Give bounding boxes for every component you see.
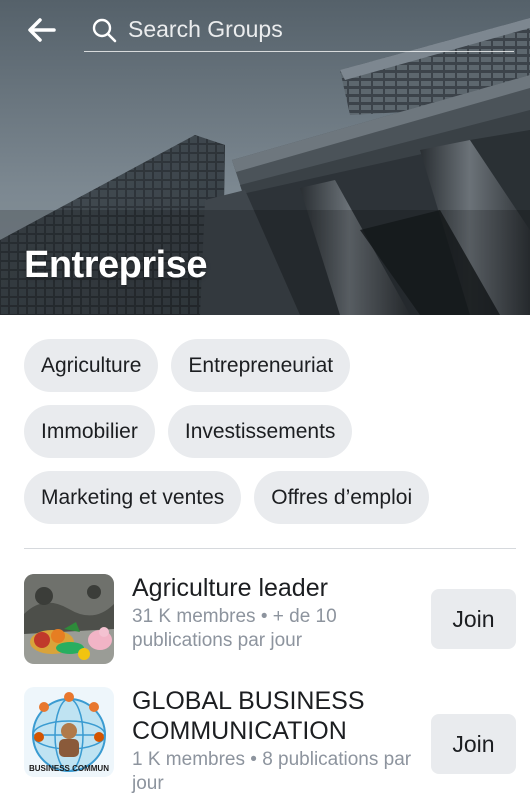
- group-stats: 1 K membres • 8 publications par jour: [132, 749, 412, 794]
- group-thumbnail: [24, 574, 114, 664]
- group-name[interactable]: GLOBAL BUSINESS COMMUNICATION: [132, 686, 422, 746]
- top-bar: Search Groups: [0, 0, 530, 60]
- arrow-left-icon: [28, 18, 56, 42]
- chip-agriculture[interactable]: Agriculture: [24, 339, 159, 392]
- group-item[interactable]: BUSINESS COMMUN GLOBAL BUSINESS COMMUNIC…: [24, 686, 516, 800]
- chip-entrepreneuriat[interactable]: Entrepreneuriat: [171, 339, 351, 392]
- join-button[interactable]: Join: [431, 714, 516, 774]
- chip-offres-emploi[interactable]: Offres d’emploi: [254, 471, 430, 524]
- chip-marketing-et-ventes[interactable]: Marketing et ventes: [24, 471, 242, 524]
- group-stats: 31 K membres • + de 10 publications par …: [132, 606, 337, 651]
- search-placeholder: Search Groups: [128, 16, 283, 42]
- divider: [24, 548, 516, 549]
- cover-image: Search Groups Entreprise: [0, 0, 530, 315]
- group-name[interactable]: Agriculture leader: [132, 573, 422, 603]
- search-icon: [88, 14, 120, 46]
- chip-investissements[interactable]: Investissements: [167, 405, 353, 458]
- thumbnail-caption: BUSINESS COMMUN: [28, 764, 109, 773]
- category-title: Entreprise: [24, 244, 207, 286]
- group-thumbnail: BUSINESS COMMUN: [24, 687, 114, 777]
- back-button[interactable]: [22, 12, 62, 48]
- search-input[interactable]: Search Groups: [84, 8, 514, 52]
- subcategory-chips: Agriculture Entrepreneuriat Immobilier I…: [24, 339, 514, 537]
- group-item[interactable]: Agriculture leader 31 K membres • + de 1…: [24, 573, 516, 673]
- join-button[interactable]: Join: [431, 589, 516, 649]
- chip-immobilier[interactable]: Immobilier: [24, 405, 155, 458]
